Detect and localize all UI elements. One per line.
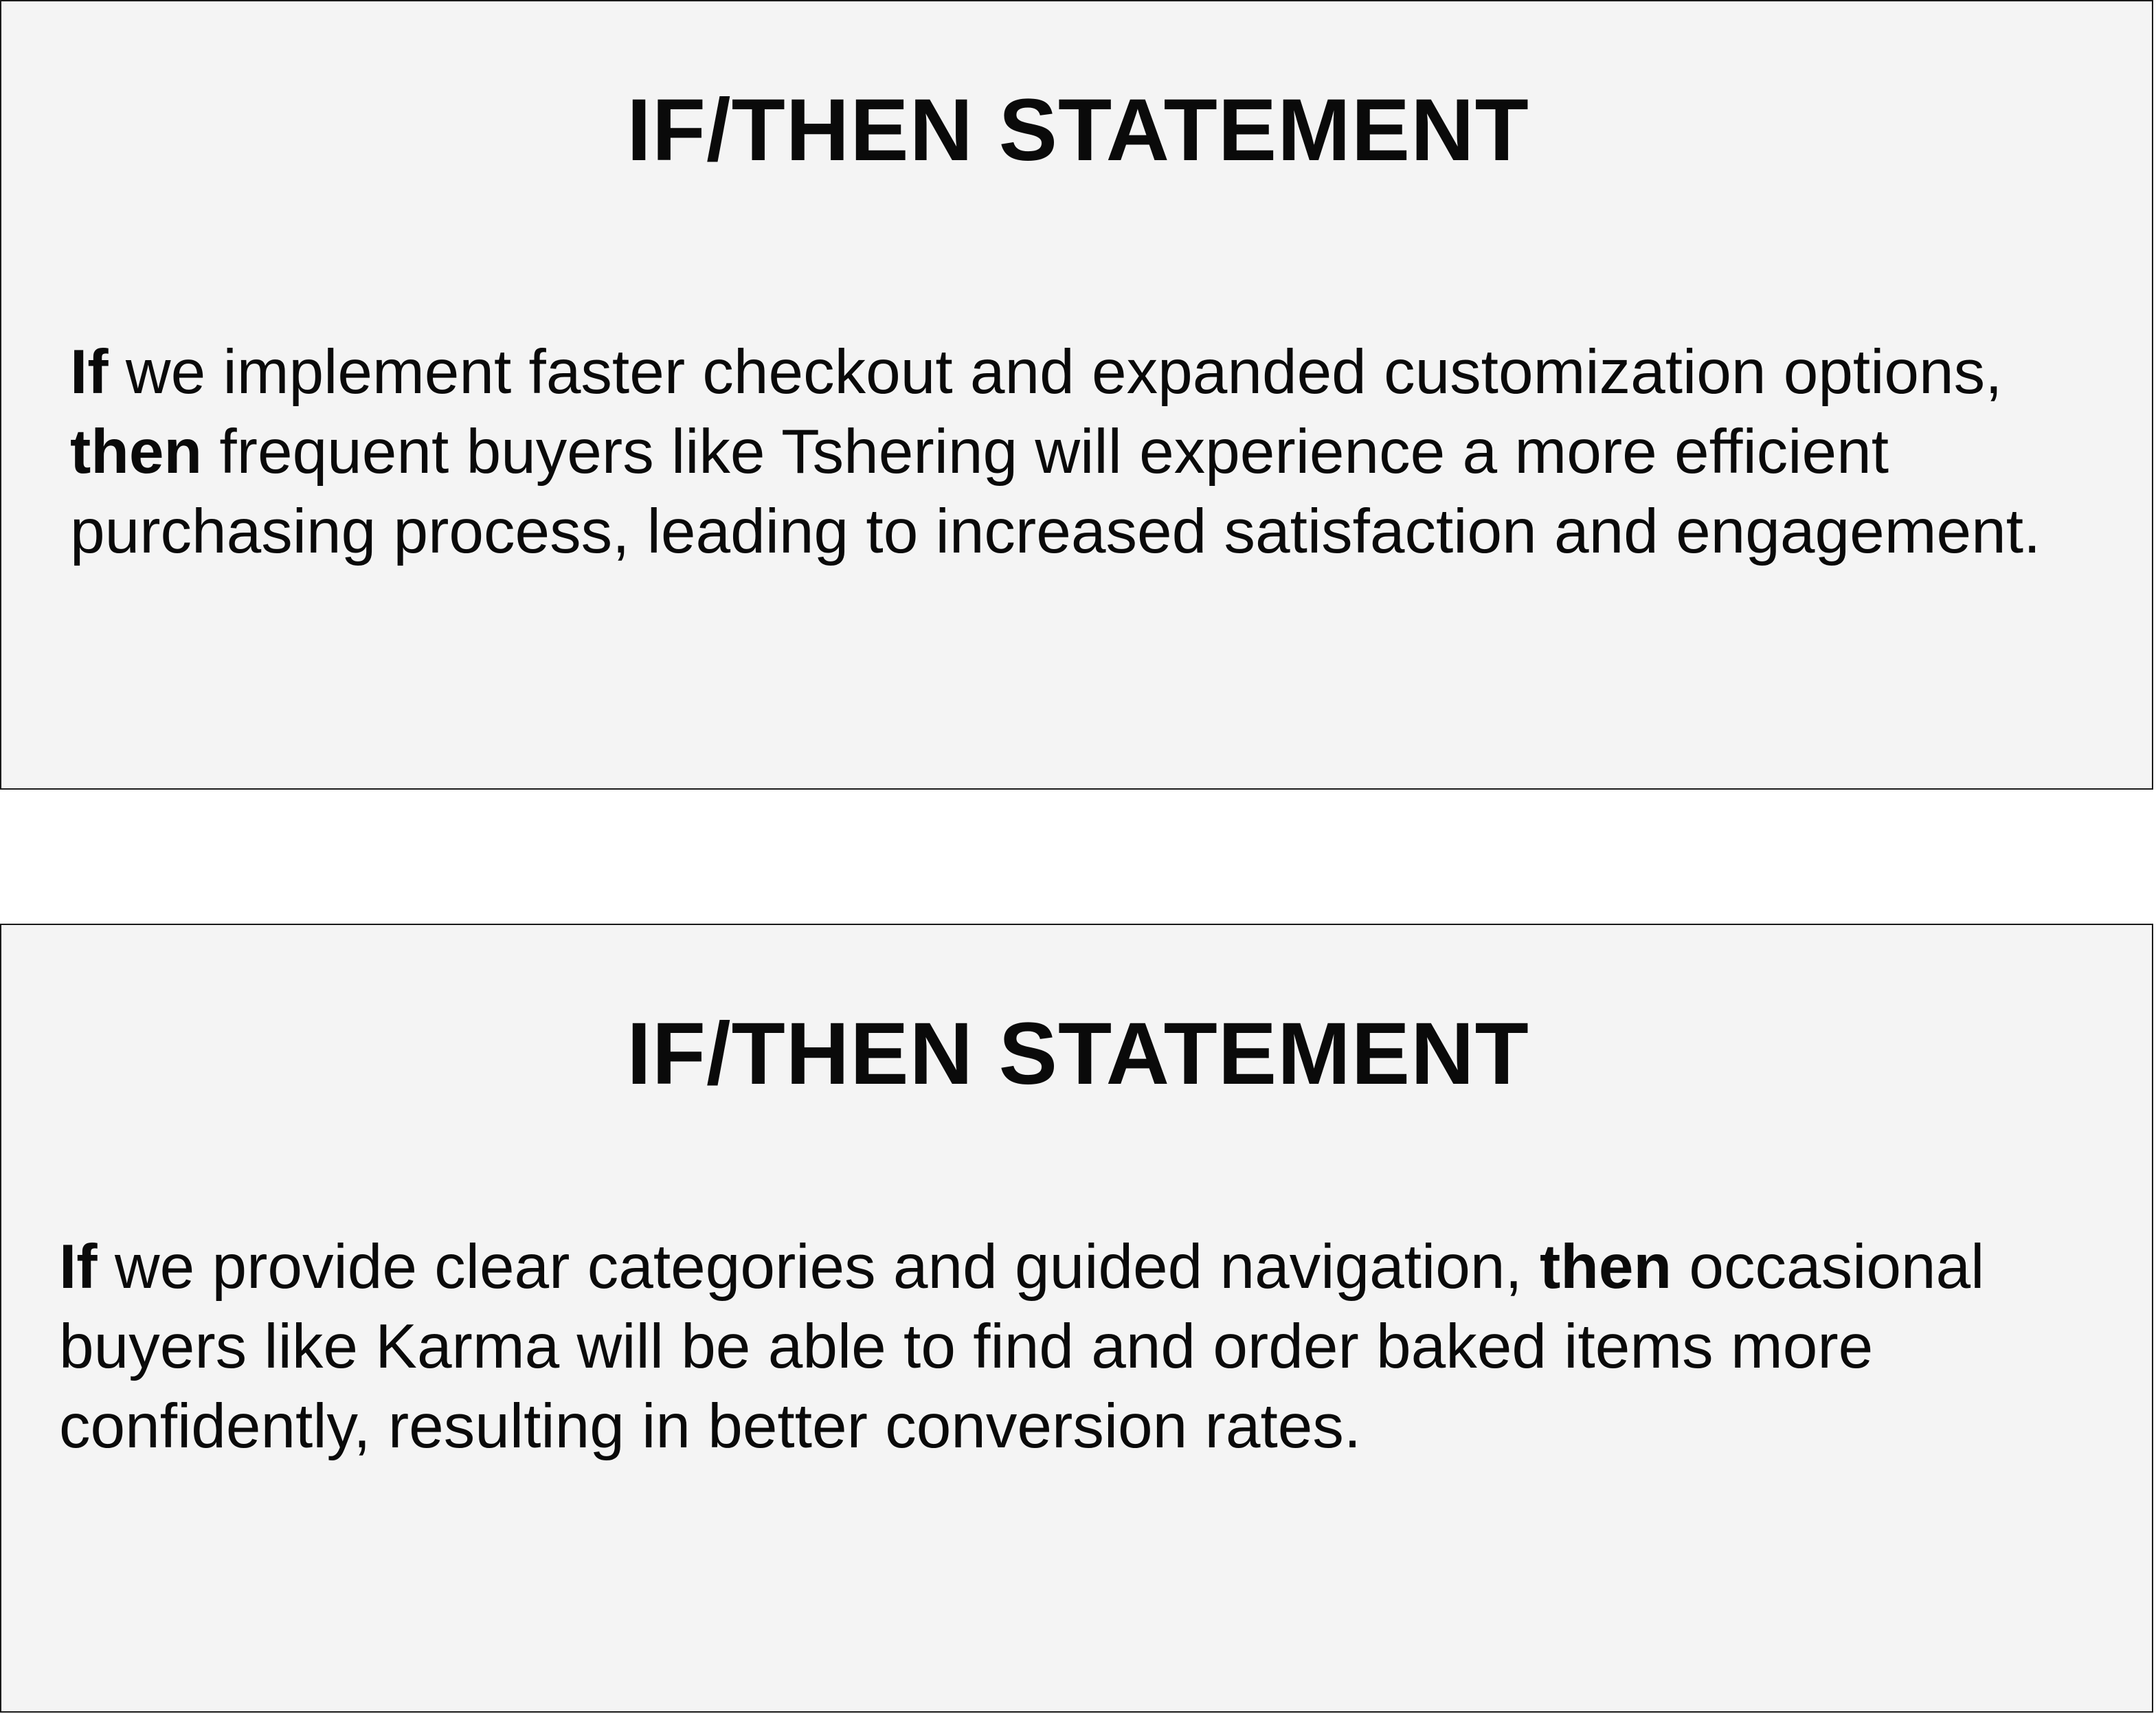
then-keyword: then	[1540, 1232, 1672, 1302]
if-then-card-1: IF/THEN STATEMENT If we implement faster…	[0, 0, 2153, 790]
hypothesis-statement: If we implement faster checkout and expa…	[70, 333, 2138, 572]
condition-text: we implement faster checkout and expande…	[108, 337, 2003, 407]
outcome-text: frequent buyers like Tshering will exper…	[70, 417, 2041, 566]
card-title: IF/THEN STATEMENT	[627, 81, 1529, 179]
if-keyword: If	[59, 1232, 98, 1302]
then-keyword: then	[70, 417, 203, 487]
card-title: IF/THEN STATEMENT	[627, 1005, 1529, 1103]
if-then-card-2: IF/THEN STATEMENT If we provide clear ca…	[0, 924, 2153, 1713]
if-keyword: If	[70, 337, 109, 407]
hypothesis-statement: If we provide clear categories and guide…	[59, 1227, 2127, 1467]
condition-text: we provide clear categories and guided n…	[97, 1232, 1540, 1302]
